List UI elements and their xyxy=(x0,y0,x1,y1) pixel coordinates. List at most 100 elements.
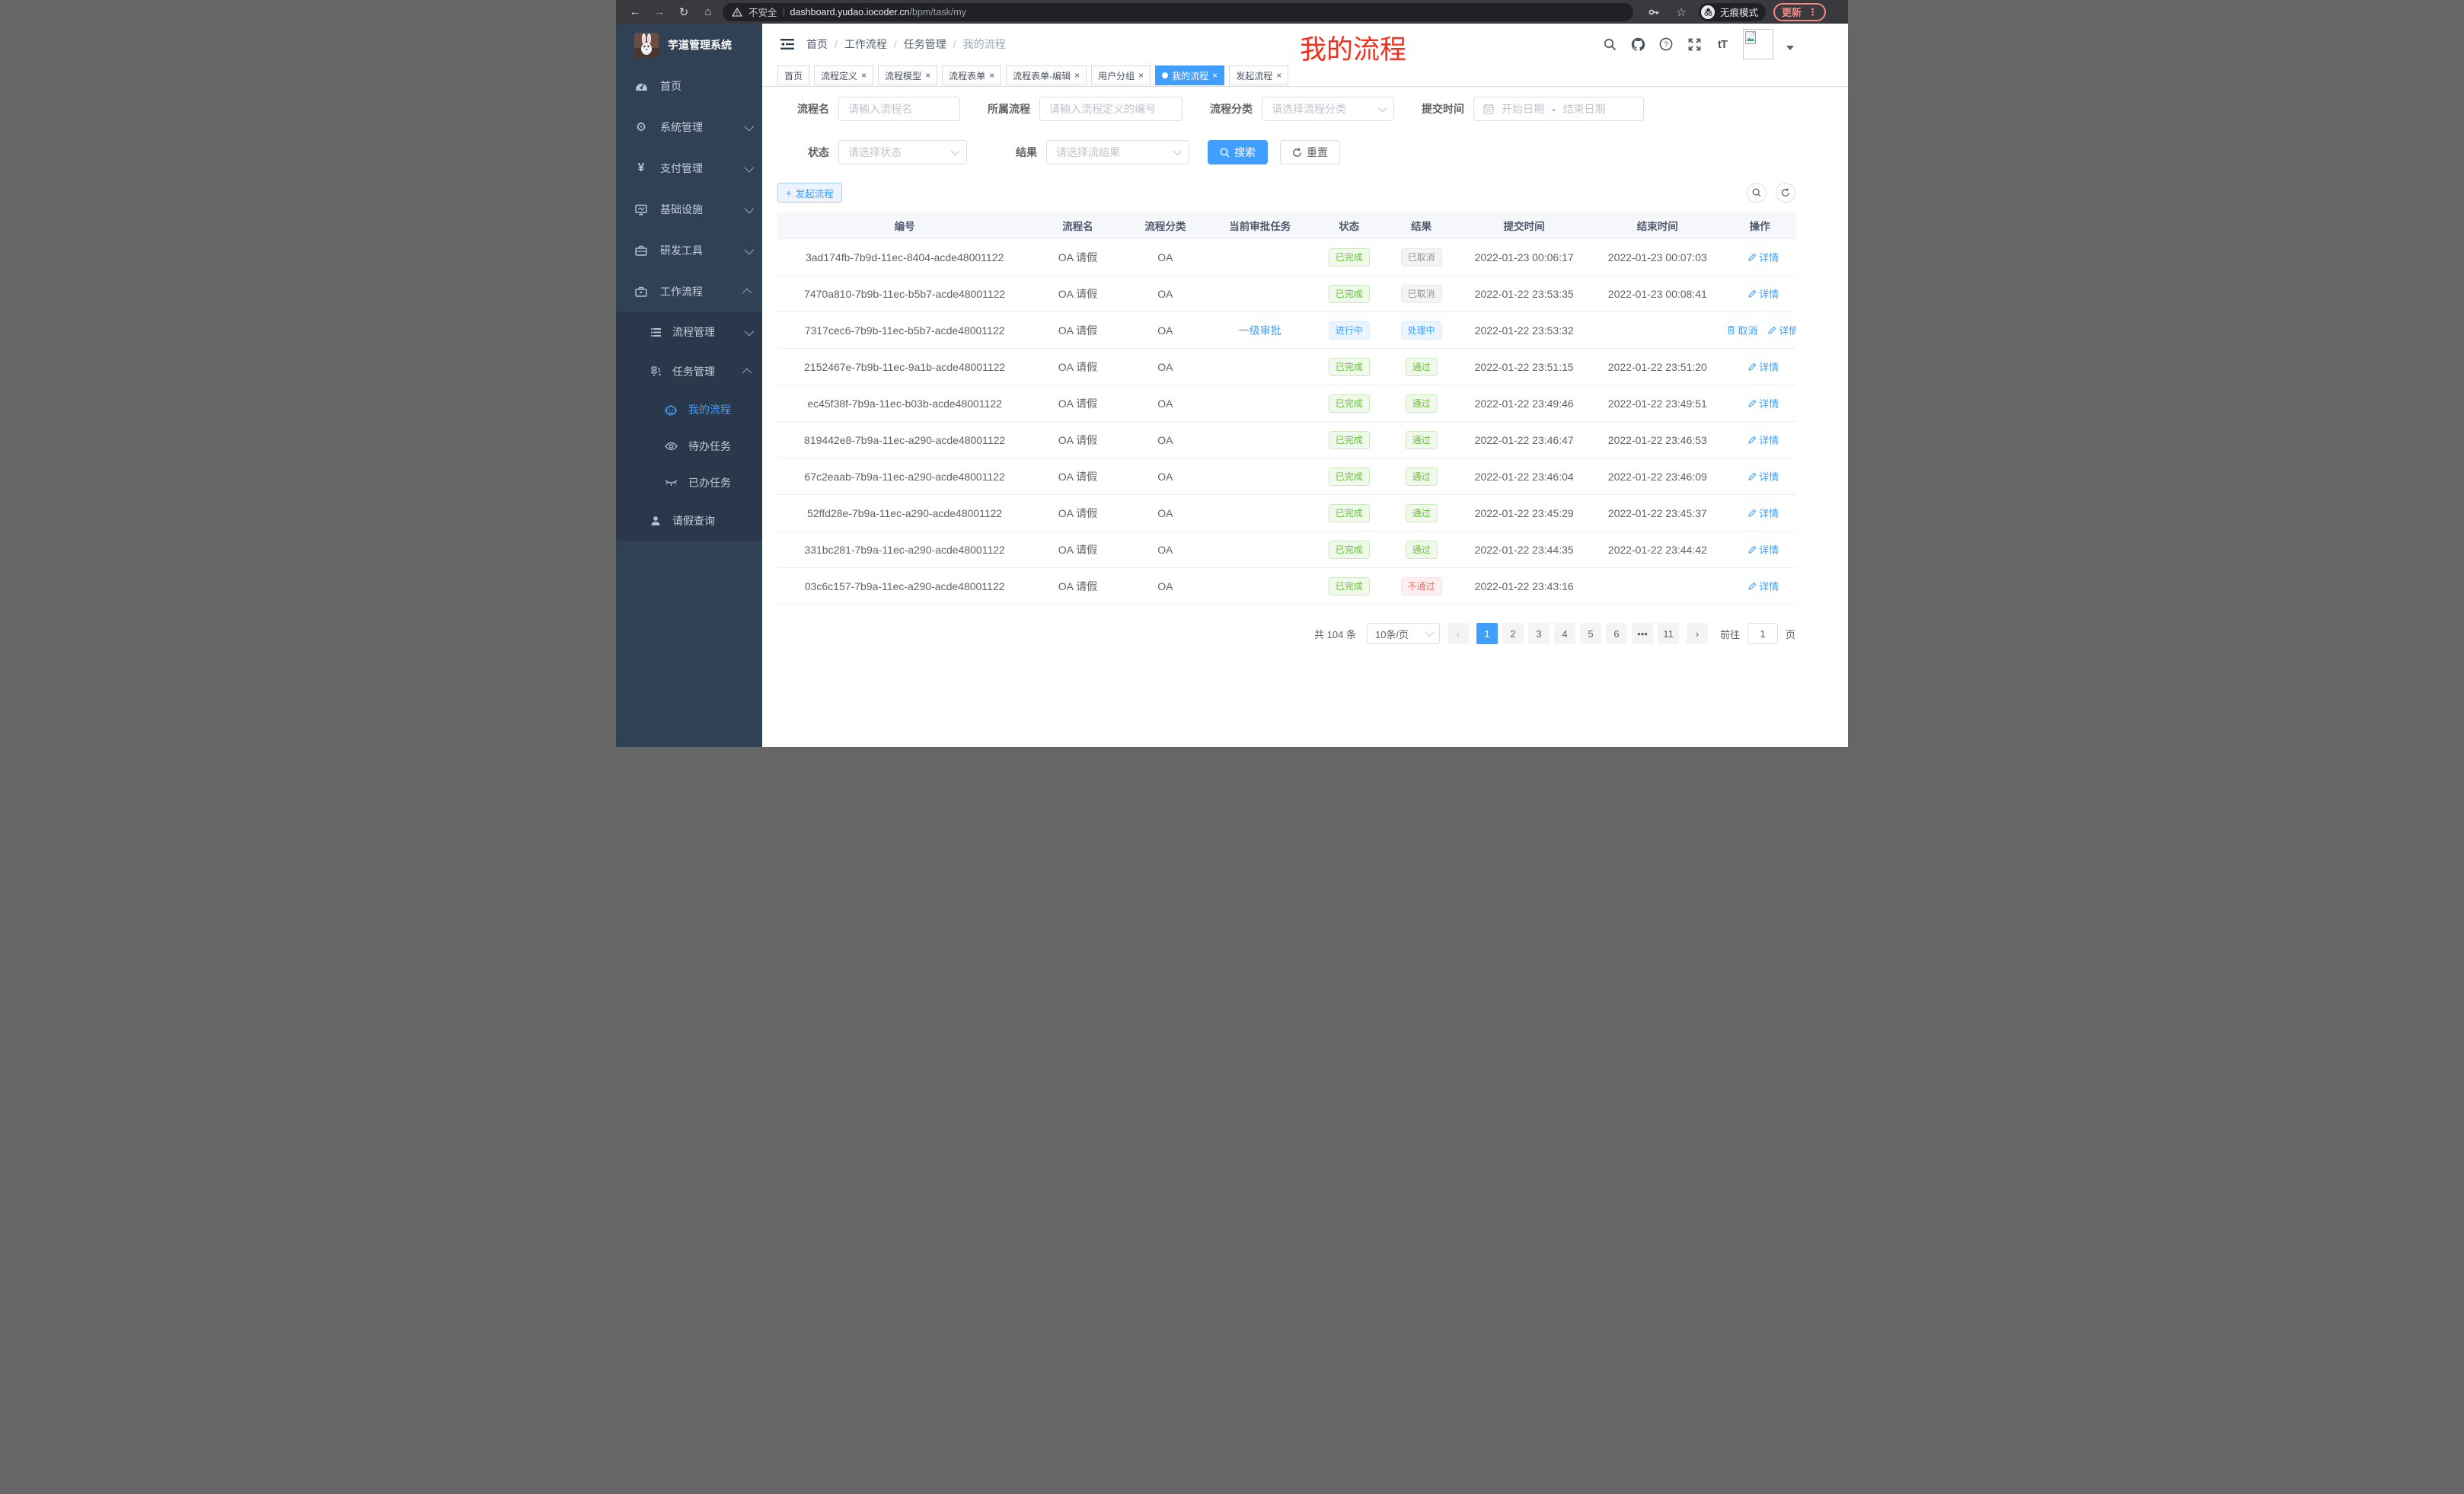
status-select[interactable]: 请选择状态 xyxy=(838,140,967,164)
goto-page-input[interactable]: 1 xyxy=(1747,623,1778,644)
view-tab[interactable]: 流程定义 × xyxy=(814,65,873,85)
sidebar-item-leave-query[interactable]: 请假查询 xyxy=(616,501,762,541)
logo-row[interactable]: 芋道管理系统 xyxy=(616,24,762,65)
hamburger-icon[interactable] xyxy=(774,31,800,57)
bookmark-star-icon[interactable]: ☆ xyxy=(1671,3,1691,21)
reload-icon[interactable]: ↻ xyxy=(674,3,694,21)
field-label: 结果 xyxy=(985,145,1037,160)
sidebar-item-todo-tasks[interactable]: 待办任务 xyxy=(616,428,762,464)
list-icon xyxy=(650,327,662,337)
prev-page-button[interactable]: ‹ xyxy=(1447,623,1469,644)
close-icon[interactable]: × xyxy=(1276,71,1281,80)
cell-actions: 取消 详情 xyxy=(1724,469,1795,484)
detail-action-link[interactable]: 详情 xyxy=(1748,433,1779,447)
start-process-button[interactable]: + 发起流程 xyxy=(777,183,842,203)
view-tab[interactable]: 流程表单-编辑 × xyxy=(1006,65,1087,85)
process-definition-input[interactable]: 请输入流程定义的编号 xyxy=(1039,97,1183,121)
close-icon[interactable]: × xyxy=(925,71,930,80)
page-number-button[interactable]: 2 xyxy=(1502,623,1524,644)
browser-menu-icon[interactable]: ⋮ xyxy=(1808,6,1818,18)
avatar[interactable] xyxy=(1743,29,1773,59)
result-select[interactable]: 请选择流结果 xyxy=(1046,140,1189,164)
show-search-icon[interactable] xyxy=(1747,183,1767,203)
close-icon[interactable]: × xyxy=(989,71,994,80)
page-url: dashboard.yudao.iocoder.cn/bpm/task/my xyxy=(790,7,966,18)
sidebar-item-workflow[interactable]: 工作流程 xyxy=(616,271,762,312)
result-badge: 通过 xyxy=(1406,358,1438,376)
fullscreen-icon[interactable] xyxy=(1687,37,1702,52)
column-header: 结果 xyxy=(1385,218,1457,233)
cancel-action-link[interactable]: 取消 xyxy=(1727,323,1757,337)
detail-action-link[interactable]: 详情 xyxy=(1748,469,1779,484)
view-tab[interactable]: 流程表单 × xyxy=(942,65,1001,85)
view-tab[interactable]: 我的流程 × xyxy=(1155,65,1224,85)
detail-action-link[interactable]: 详情 xyxy=(1748,359,1779,374)
process-category-select[interactable]: 请选择流程分类 xyxy=(1262,97,1394,121)
page-size-select[interactable]: 10条/页 xyxy=(1367,623,1440,644)
page-number-button[interactable]: 1 xyxy=(1476,623,1498,644)
status-badge: 已完成 xyxy=(1329,541,1370,559)
breadcrumb-home[interactable]: 首页 xyxy=(806,37,828,52)
chevron-down-icon xyxy=(745,121,755,131)
forward-arrow-icon[interactable]: → xyxy=(650,3,669,21)
detail-action-link[interactable]: 详情 xyxy=(1748,506,1779,520)
page-content: 流程名 请输入流程名 所属流程 请输入流程定义的编号 流程分类 请选择流程分类 … xyxy=(762,87,1795,659)
sidebar-item-devtools[interactable]: 研发工具 xyxy=(616,230,762,271)
sidebar-item-task-mgmt[interactable]: 任务管理 xyxy=(616,352,762,391)
home-icon[interactable]: ⌂ xyxy=(698,3,718,21)
view-tab[interactable]: 首页 × xyxy=(777,65,809,85)
breadcrumb-workflow[interactable]: 工作流程 xyxy=(844,37,887,52)
detail-action-link[interactable]: 详情 xyxy=(1748,250,1779,264)
page-number-button[interactable]: ••• xyxy=(1632,623,1653,644)
view-tab[interactable]: 用户分组 × xyxy=(1091,65,1151,85)
sidebar-item-payment[interactable]: ¥ 支付管理 xyxy=(616,148,762,189)
cell-submit-time: 2022-01-22 23:49:46 xyxy=(1457,397,1591,410)
sidebar-item-my-process[interactable]: 我的流程 xyxy=(616,391,762,428)
page-number-button[interactable]: 3 xyxy=(1528,623,1550,644)
tab-label: 首页 xyxy=(784,69,803,82)
cell-process-name: OA 请假 xyxy=(1032,359,1123,375)
view-tab[interactable]: 发起流程 × xyxy=(1229,65,1288,85)
view-tab[interactable]: 流程模型 × xyxy=(878,65,937,85)
detail-action-link[interactable]: 详情 xyxy=(1748,542,1779,557)
detail-action-link[interactable]: 详情 xyxy=(1748,579,1779,593)
close-icon[interactable]: × xyxy=(1138,71,1144,80)
current-task-link[interactable]: 一级审批 xyxy=(1239,324,1281,337)
sidebar-item-process-mgmt[interactable]: 流程管理 xyxy=(616,312,762,352)
sidebar-item-infrastructure[interactable]: 基础设施 xyxy=(616,189,762,230)
page-number-button[interactable]: 5 xyxy=(1580,623,1601,644)
breadcrumb-task-mgmt[interactable]: 任务管理 xyxy=(904,37,946,52)
close-icon[interactable]: × xyxy=(861,71,867,80)
cell-category: OA xyxy=(1124,507,1208,519)
sidebar-item-home[interactable]: 首页 xyxy=(616,65,762,107)
filter-submit-time: 提交时间 开始日期 - 结束日期 xyxy=(1412,97,1644,121)
search-icon[interactable] xyxy=(1602,37,1617,52)
reset-button[interactable]: 重置 xyxy=(1280,140,1340,164)
search-button[interactable]: 搜索 xyxy=(1208,140,1268,164)
page-number-button[interactable]: 6 xyxy=(1606,623,1627,644)
cell-category: OA xyxy=(1124,361,1208,373)
help-icon[interactable]: ? xyxy=(1658,37,1674,52)
next-page-button[interactable]: › xyxy=(1687,623,1708,644)
detail-action-link[interactable]: 详情 xyxy=(1748,286,1779,301)
detail-action-link[interactable]: 详情 xyxy=(1768,323,1795,337)
sidebar-item-label: 系统管理 xyxy=(660,120,703,135)
page-number-button[interactable]: 11 xyxy=(1658,623,1679,644)
date-range-picker[interactable]: 开始日期 - 结束日期 xyxy=(1473,97,1644,121)
caret-down-icon[interactable] xyxy=(1786,46,1794,54)
github-icon[interactable] xyxy=(1630,37,1645,52)
process-name-input[interactable]: 请输入流程名 xyxy=(838,97,960,121)
key-icon[interactable] xyxy=(1644,3,1664,21)
close-icon[interactable]: × xyxy=(1074,71,1080,80)
refresh-table-icon[interactable] xyxy=(1776,183,1795,203)
update-button[interactable]: 更新 ⋮ xyxy=(1773,3,1826,21)
back-arrow-icon[interactable]: ← xyxy=(625,3,645,21)
sidebar-item-done-tasks[interactable]: 已办任务 xyxy=(616,464,762,501)
sidebar-item-system[interactable]: ⚙ 系统管理 xyxy=(616,107,762,148)
detail-action-link[interactable]: 详情 xyxy=(1748,396,1779,410)
address-bar[interactable]: 不安全 dashboard.yudao.iocoder.cn/bpm/task/… xyxy=(723,3,1633,21)
table-row: 03c6c157-7b9a-11ec-a290-acde48001122 OA … xyxy=(777,568,1795,605)
font-size-icon[interactable]: tT xyxy=(1715,37,1730,52)
page-number-button[interactable]: 4 xyxy=(1554,623,1575,644)
close-icon[interactable]: × xyxy=(1212,71,1218,80)
